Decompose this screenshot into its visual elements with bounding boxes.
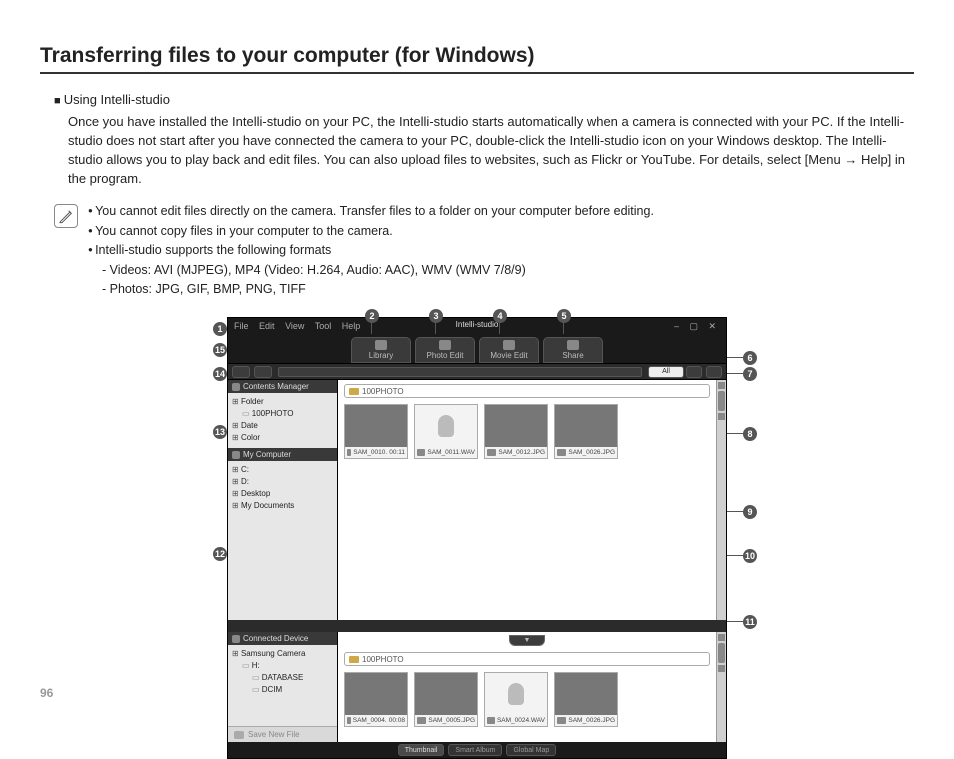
callout-12: 12 [213, 547, 227, 561]
tree-folder-sub[interactable]: 100PHOTO [242, 408, 333, 420]
thumbnail[interactable]: SAM_0011.WAV [414, 404, 478, 459]
callout-11: 11 [743, 615, 757, 629]
callout-13: 13 [213, 425, 227, 439]
note-icon [54, 204, 78, 228]
folder-path-top[interactable]: 100PHOTO [344, 384, 710, 398]
body-paragraph: Once you have installed the Intelli-stud… [68, 113, 914, 188]
filter-photo-button[interactable] [686, 366, 702, 378]
sidebar-panel-mycomputer[interactable]: My Computer [228, 448, 337, 461]
page-title: Transferring files to your computer (for… [40, 44, 914, 74]
scrollbar[interactable] [716, 632, 726, 742]
tree-folder[interactable]: Folder [232, 396, 333, 408]
expand-down-button[interactable] [338, 632, 716, 648]
app-brand: Intelli-studio [456, 318, 499, 329]
tree-camera-dcim[interactable]: DCIM [252, 684, 333, 696]
tree-mydocs[interactable]: My Documents [232, 500, 333, 512]
scrollbar[interactable] [716, 380, 726, 620]
note-item: You cannot copy files in your computer t… [88, 222, 654, 241]
sidebar: Contents Manager Folder 100PHOTO Date Co… [228, 380, 338, 620]
thumbnail-row-bottom: SAM_0004. 00:08 SAM_0005.JPG SAM_0024.WA… [338, 666, 716, 733]
callout-6: 6 [743, 351, 757, 365]
thumbnail[interactable]: SAM_0010. 00:11 [344, 404, 408, 459]
filter-all-button[interactable]: All [648, 366, 684, 378]
tab-library[interactable]: Library [351, 337, 411, 363]
tree-date[interactable]: Date [232, 420, 333, 432]
nav-back-button[interactable] [232, 366, 250, 378]
thumbnail-row-top: SAM_0010. 00:11 SAM_0011.WAV SAM_0012.JP… [338, 398, 716, 465]
screenshot-figure: 1 2 3 4 5 15 14 13 12 6 7 8 9 10 11 Inte… [197, 317, 757, 759]
tree-drive[interactable]: D: [232, 476, 333, 488]
callout-10: 10 [743, 549, 757, 563]
tab-movie-edit[interactable]: Movie Edit [479, 337, 539, 363]
menubar[interactable]: File Edit View Tool Help [234, 321, 368, 331]
tab-photo-edit[interactable]: Photo Edit [415, 337, 475, 363]
thumbnail[interactable]: SAM_0004. 00:08 [344, 672, 408, 727]
note-subitem: Photos: JPG, GIF, BMP, PNG, TIFF [102, 280, 654, 299]
thumbnail[interactable]: SAM_0005.JPG [414, 672, 478, 727]
callout-15: 15 [213, 343, 227, 357]
thumbnail[interactable]: SAM_0026.JPG [554, 404, 618, 459]
menu-view[interactable]: View [285, 321, 304, 331]
menu-help[interactable]: Help [342, 321, 361, 331]
view-globalmap-button[interactable]: Global Map [506, 744, 556, 756]
menu-edit[interactable]: Edit [259, 321, 275, 331]
navigation-strip: All [228, 364, 726, 380]
note-item: Intelli-studio supports the following fo… [88, 241, 654, 260]
tab-share[interactable]: Share [543, 337, 603, 363]
nav-forward-button[interactable] [254, 366, 272, 378]
path-bar[interactable] [278, 367, 642, 377]
sidebar-panel-connected[interactable]: Connected Device [228, 632, 337, 645]
tree-camera-db[interactable]: DATABASE [252, 672, 333, 684]
page-number: 96 [40, 686, 53, 700]
folder-path-bottom[interactable]: 100PHOTO [344, 652, 710, 666]
menu-file[interactable]: File [234, 321, 249, 331]
callout-1: 1 [213, 322, 227, 336]
window-controls[interactable]: – ▢ ✕ [674, 321, 720, 332]
thumbnail[interactable]: SAM_0026.JPG [554, 672, 618, 727]
note-subitem: Videos: AVI (MJPEG), MP4 (Video: H.264, … [102, 261, 654, 280]
view-mode-bar: Thumbnail Smart Album Global Map [228, 742, 726, 758]
menu-tool[interactable]: Tool [315, 321, 332, 331]
tree-camera[interactable]: Samsung Camera [232, 648, 333, 660]
tree-drive[interactable]: C: [232, 464, 333, 476]
tree-desktop[interactable]: Desktop [232, 488, 333, 500]
section-heading: Using Intelli-studio [54, 92, 914, 107]
tree-color[interactable]: Color [232, 432, 333, 444]
note-list: You cannot edit files directly on the ca… [88, 202, 654, 299]
app-window: Intelli-studio File Edit View Tool Help … [227, 317, 727, 759]
thumbnail[interactable]: SAM_0012.JPG [484, 404, 548, 459]
thumbnail[interactable]: SAM_0024.WAV [484, 672, 548, 727]
sidebar-panel-contents[interactable]: Contents Manager [228, 380, 337, 393]
tree-camera-drive[interactable]: H: [242, 660, 333, 672]
view-thumbnail-button[interactable]: Thumbnail [398, 744, 445, 756]
note-item: You cannot edit files directly on the ca… [88, 202, 654, 221]
main-toolbar: Library Photo Edit Movie Edit Share [228, 334, 726, 364]
callout-14: 14 [213, 367, 227, 381]
callout-8: 8 [743, 427, 757, 441]
view-smartalbum-button[interactable]: Smart Album [448, 744, 502, 756]
save-new-file-button[interactable]: Save New File [228, 726, 337, 742]
callout-7: 7 [743, 367, 757, 381]
callout-9: 9 [743, 505, 757, 519]
filter-video-button[interactable] [706, 366, 722, 378]
